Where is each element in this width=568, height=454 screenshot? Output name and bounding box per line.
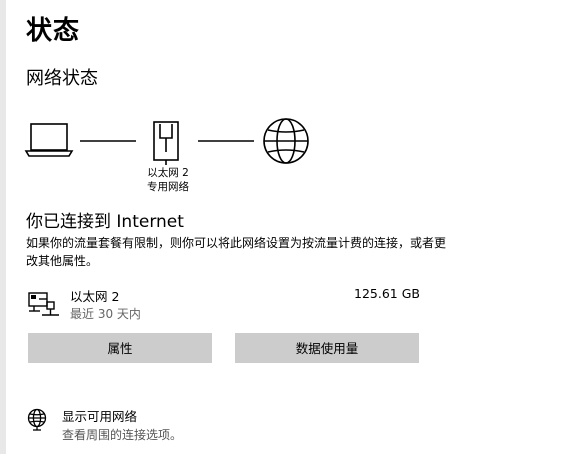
network-status-heading: 网络状态 xyxy=(26,68,98,89)
show-available-networks-link[interactable]: 显示可用网络 查看周围的连接选项。 xyxy=(26,404,326,444)
data-usage-button[interactable]: 数据使用量 xyxy=(235,333,419,363)
navigation-rail xyxy=(0,0,6,454)
diagram-adapter-network: 专用网络 xyxy=(147,181,189,193)
connection-status-description: 如果你的流量套餐有限制，则你可以将此网络设置为按流量计费的连接，或者更改其他属性… xyxy=(26,236,447,268)
connection-status-heading: 你已连接到 Internet xyxy=(26,212,184,232)
show-networks-title: 显示可用网络 xyxy=(62,409,138,424)
diagram-adapter-name: 以太网 2 xyxy=(147,167,189,179)
adapter-usage-row: 以太网 2 最近 30 天内 125.61 GB xyxy=(26,284,426,324)
ethernet-pc-icon xyxy=(28,292,59,316)
properties-button[interactable]: 属性 xyxy=(28,333,212,363)
globe-icon xyxy=(263,118,309,164)
globe-icon xyxy=(27,408,47,431)
adapter-usage-amount: 125.61 GB xyxy=(354,286,420,301)
show-networks-subtitle: 查看周围的连接选项。 xyxy=(62,428,183,442)
network-diagram xyxy=(24,118,309,165)
page-title: 状态 xyxy=(26,16,81,46)
adapter-name: 以太网 2 xyxy=(70,289,120,304)
adapter-usage-period: 最近 30 天内 xyxy=(70,307,141,321)
laptop-icon xyxy=(24,123,74,157)
ethernet-port-icon xyxy=(153,121,179,165)
